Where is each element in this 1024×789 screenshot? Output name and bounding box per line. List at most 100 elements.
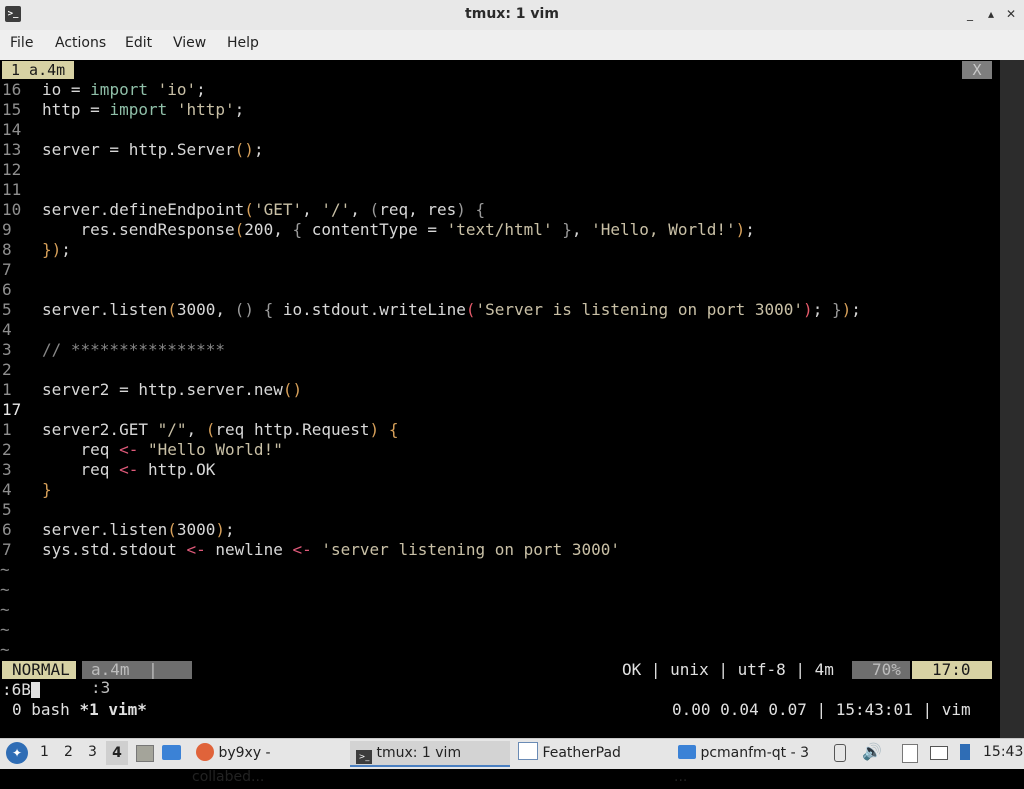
code-line[interactable]: 12 <box>0 160 42 180</box>
menu-view[interactable]: View <box>173 35 206 51</box>
line-number: 2 <box>2 360 12 379</box>
show-desktop-icon[interactable] <box>136 745 154 762</box>
task-featherpad[interactable]: FeatherPad <box>514 741 664 765</box>
code-line[interactable]: 6 server.listen(3000); <box>0 520 235 540</box>
volume-icon[interactable]: 🔊 <box>862 742 882 761</box>
code-line[interactable]: 3 req <- http.OK <box>0 460 215 480</box>
line-number: 4 <box>2 320 12 339</box>
vim-statusline: NORMAL a.4m | :3 OK | unix | utf-8 | 4m … <box>0 660 1000 697</box>
tmux-window-0[interactable]: 0 bash <box>12 700 70 719</box>
menu-file[interactable]: File <box>10 35 33 51</box>
status-file-section: a.4m | :3 <box>82 660 192 697</box>
display-icon[interactable] <box>930 746 948 760</box>
close-button[interactable]: ✕ <box>1003 6 1019 22</box>
tilde-line: ~ <box>0 580 10 599</box>
vim-tab-close-button[interactable]: X <box>962 61 992 79</box>
code-line[interactable]: 1 server2 = http.server.new() <box>0 380 302 400</box>
status-fileinfo: OK | unix | utf-8 | 4m <box>622 660 834 679</box>
featherpad-icon <box>518 742 538 760</box>
status-percent: 70% <box>852 661 910 679</box>
tmux-window-1[interactable]: *1 vim* <box>79 700 146 719</box>
vim-tabline: 1 a.4m X <box>0 60 1000 80</box>
task-terminal[interactable]: >_ tmux: 1 vim <box>350 741 510 767</box>
code-line[interactable]: 6 <box>0 280 42 300</box>
line-text: } <box>42 480 52 499</box>
mode-indicator: NORMAL <box>2 661 76 679</box>
clipboard-icon[interactable] <box>902 744 918 763</box>
code-line[interactable]: 2 req <- "Hello World!" <box>0 440 283 460</box>
tilde-line: ~ <box>0 620 10 639</box>
code-line[interactable]: 7 <box>0 260 42 280</box>
code-line[interactable]: 7 sys.std.stdout <- newline <- 'server li… <box>0 540 620 560</box>
line-number: 5 <box>2 300 12 319</box>
menu-actions[interactable]: Actions <box>55 35 106 51</box>
line-number: 3 <box>2 340 12 359</box>
line-text: req <- "Hello World!" <box>42 440 283 459</box>
line-number: 1 <box>2 420 12 439</box>
line-text: res.sendResponse(200, { contentType = 't… <box>42 220 755 239</box>
code-line[interactable]: 17 <box>0 400 42 420</box>
line-number: 15 <box>2 100 22 119</box>
code-line[interactable]: 14 <box>0 120 42 140</box>
command-text: :6B <box>2 680 31 699</box>
file-manager-icon[interactable] <box>162 745 181 760</box>
tilde-line: ~ <box>0 640 10 659</box>
line-number: 7 <box>2 540 12 559</box>
line-number: 13 <box>2 140 22 159</box>
window-title: tmux: 1 vim <box>465 6 559 22</box>
code-line[interactable]: 10 server.defineEndpoint('GET', '/', (req… <box>0 200 485 220</box>
vim-tab[interactable]: 1 a.4m <box>2 61 75 79</box>
line-number: 2 <box>2 440 12 459</box>
line-text: // **************** <box>42 340 226 359</box>
code-line[interactable]: 5 <box>0 500 42 520</box>
folder-icon <box>678 745 696 759</box>
task-label: FeatherPad <box>542 745 621 761</box>
command-line[interactable]: :6B <box>2 680 40 700</box>
task-browser[interactable]: by9xy - collabed... <box>192 741 344 785</box>
line-number: 6 <box>2 520 12 539</box>
code-line[interactable]: 4 <box>0 320 42 340</box>
line-text: server = http.Server(); <box>42 140 264 159</box>
code-line[interactable]: 3 // **************** <box>0 340 225 360</box>
line-text: sys.std.stdout <- newline <- 'server lis… <box>42 540 620 559</box>
bluetooth-icon[interactable] <box>960 744 970 760</box>
line-text: server.listen(3000); <box>42 520 235 539</box>
task-label: tmux: 1 vim <box>376 745 462 761</box>
desktop-2[interactable]: 2 <box>64 744 73 760</box>
line-number: 3 <box>2 460 12 479</box>
task-pcmanfm[interactable]: pcmanfm-qt - 3 ... <box>674 741 824 785</box>
network-icon[interactable] <box>834 744 846 762</box>
desktop-3[interactable]: 3 <box>88 744 97 760</box>
code-line[interactable]: 2 <box>0 360 42 380</box>
status-filename: a.4m <box>91 660 130 679</box>
taskbar: ✦ 1 2 3 4 by9xy - collabed... >_ tmux: 1… <box>0 738 1024 785</box>
desktop-4-active[interactable]: 4 <box>106 741 128 765</box>
minimize-button[interactable]: _ <box>962 6 978 22</box>
terminal-icon: >_ <box>356 750 372 764</box>
terminal-scrollbar[interactable] <box>1000 60 1024 740</box>
line-text: }); <box>42 240 71 259</box>
status-line: :3 <box>91 678 111 697</box>
line-number: 11 <box>2 180 22 199</box>
line-number: 6 <box>2 280 12 299</box>
line-number: 7 <box>2 260 12 279</box>
code-line[interactable]: 5 server.listen(3000, () { io.stdout.writ… <box>0 300 861 320</box>
code-line[interactable]: 1 server2.GET "/", (req http.Request) { <box>0 420 398 440</box>
code-line[interactable]: 15 http = import 'http'; <box>0 100 244 120</box>
code-line[interactable]: 8}); <box>0 240 71 260</box>
start-menu-icon[interactable]: ✦ <box>6 742 28 764</box>
code-line[interactable]: 11 <box>0 180 42 200</box>
line-number: 12 <box>2 160 22 179</box>
clock[interactable]: 15:43 <box>983 744 1023 760</box>
menu-help[interactable]: Help <box>227 35 259 51</box>
code-line[interactable]: 4} <box>0 480 52 500</box>
desktop-1[interactable]: 1 <box>40 744 49 760</box>
maximize-button[interactable]: ▴ <box>983 6 999 22</box>
line-number: 5 <box>2 500 12 519</box>
terminal-area[interactable]: 1 a.4m X 16 io = import 'io'; 15 http = imp… <box>0 60 1000 740</box>
code-line[interactable]: 13 server = http.Server(); <box>0 140 264 160</box>
line-number: 10 <box>2 200 22 219</box>
code-line[interactable]: 16 io = import 'io'; <box>0 80 206 100</box>
code-line[interactable]: 9 res.sendResponse(200, { contentType = … <box>0 220 755 240</box>
menu-edit[interactable]: Edit <box>125 35 152 51</box>
